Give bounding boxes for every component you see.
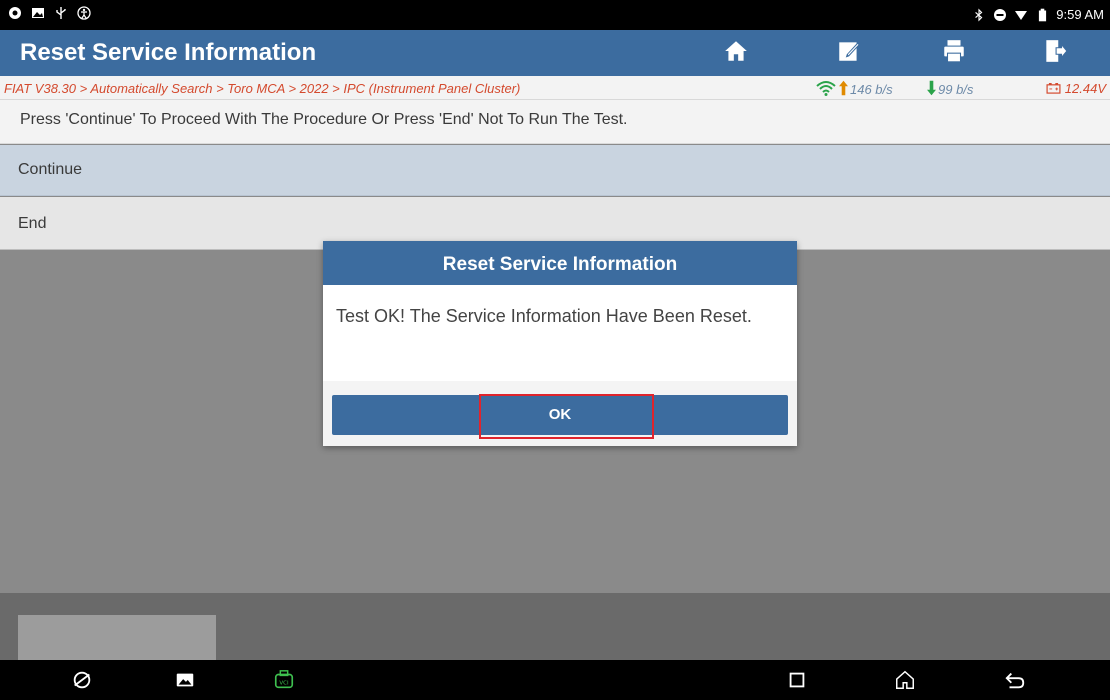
back-icon[interactable] <box>1002 668 1028 692</box>
dialog-title: Reset Service Information <box>323 241 797 285</box>
ok-highlight-box <box>479 394 654 439</box>
exit-button[interactable] <box>1007 30 1103 76</box>
breadcrumb-bar: FIAT V38.30 > Automatically Search > Tor… <box>0 76 1110 100</box>
result-dialog: Reset Service Information Test OK! The S… <box>323 241 797 446</box>
download-arrow-icon <box>927 80 936 99</box>
status-time: 9:59 AM <box>1056 7 1104 22</box>
edit-button[interactable] <box>801 30 897 76</box>
gallery-icon <box>31 6 45 20</box>
voltage-readout: 12.44V <box>1046 81 1106 96</box>
page-title: Reset Service Information <box>20 39 317 66</box>
recents-icon[interactable] <box>784 668 810 692</box>
do-not-disturb-icon <box>993 8 1007 22</box>
usb-icon <box>54 6 68 20</box>
battery-voltage-icon <box>1046 81 1065 96</box>
home-icon <box>723 38 749 69</box>
vci-icon[interactable]: VCI <box>271 668 297 692</box>
print-icon <box>941 38 967 69</box>
download-rate: 99 b/s <box>927 80 973 99</box>
breadcrumb: FIAT V38.30 > Automatically Search > Tor… <box>4 81 521 96</box>
home-button[interactable] <box>688 30 784 76</box>
instruction-text: Press 'Continue' To Proceed With The Pro… <box>0 100 1110 144</box>
accessibility-icon <box>77 6 91 20</box>
wifi-icon <box>1014 8 1028 22</box>
record-icon <box>8 6 22 20</box>
wifi-signal-icon <box>815 80 837 99</box>
upload-arrow-icon <box>839 80 848 99</box>
bluetooth-icon <box>972 8 986 22</box>
bottom-action-button[interactable] <box>18 615 216 660</box>
home-icon[interactable] <box>892 668 918 692</box>
edit-icon <box>836 38 862 69</box>
continue-option[interactable]: Continue <box>0 145 1110 196</box>
battery-icon <box>1035 8 1049 22</box>
upload-rate: 146 b/s <box>815 80 893 99</box>
dialog-message: Test OK! The Service Information Have Be… <box>323 285 797 381</box>
print-button[interactable] <box>906 30 1002 76</box>
browser-icon[interactable] <box>69 668 95 692</box>
title-bar: Reset Service Information <box>0 30 1110 76</box>
svg-text:VCI: VCI <box>279 681 289 687</box>
status-bar: 9:59 AM <box>0 0 1110 30</box>
bottom-toolbar <box>0 593 1110 660</box>
navigation-bar: VCI <box>0 660 1110 700</box>
exit-icon <box>1042 38 1068 69</box>
gallery-icon[interactable] <box>172 668 198 692</box>
